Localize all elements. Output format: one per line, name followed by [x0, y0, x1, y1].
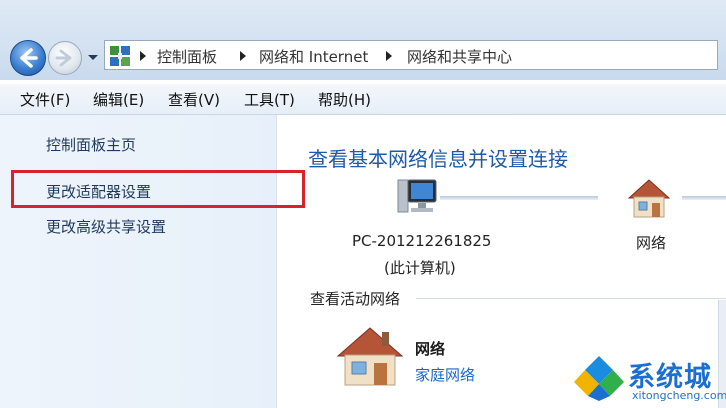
active-networks-heading: 查看活动网络 [310, 290, 401, 308]
back-icon [20, 48, 38, 68]
menu-tools[interactable]: 工具(T) [244, 89, 295, 110]
active-network-name: 网络 [415, 340, 446, 358]
forward-icon [55, 49, 72, 67]
breadcrumb-item[interactable]: 网络和共享中心 [407, 46, 512, 67]
back-button[interactable] [10, 40, 46, 76]
chevron-right-icon[interactable] [239, 51, 247, 61]
menu-view[interactable]: 查看(V) [168, 89, 220, 110]
forward-button[interactable] [48, 41, 82, 75]
home-network-icon[interactable] [626, 178, 672, 220]
chevron-down-icon[interactable] [87, 54, 99, 62]
computer-name: PC-201212261825 [352, 232, 492, 250]
menu-help[interactable]: 帮助(H) [318, 89, 371, 110]
left-navigation-pane [0, 115, 277, 408]
link-change-advanced-sharing[interactable]: 更改高级共享设置 [46, 216, 166, 237]
control-panel-icon [110, 46, 130, 66]
section-divider [416, 298, 726, 299]
menu-file[interactable]: 文件(F) [20, 89, 70, 110]
address-bar[interactable]: 控制面板 网络和 Internet 网络和共享中心 [104, 40, 718, 70]
connection-line [682, 196, 726, 200]
connection-line [478, 196, 598, 200]
page-title: 查看基本网络信息并设置连接 [308, 147, 568, 171]
chevron-right-icon[interactable] [385, 51, 393, 61]
address-toolbar: 控制面板 网络和 Internet 网络和共享中心 [0, 0, 726, 80]
active-network-type-link[interactable]: 家庭网络 [415, 364, 475, 385]
highlight-box [11, 170, 305, 208]
breadcrumb-item[interactable]: 控制面板 [157, 46, 217, 67]
link-control-panel-home[interactable]: 控制面板主页 [46, 134, 136, 155]
network-label: 网络 [636, 234, 667, 252]
home-network-icon [336, 327, 404, 386]
watermark-logo-icon [574, 356, 624, 401]
chevron-right-icon[interactable] [139, 51, 147, 61]
computer-icon[interactable] [396, 178, 440, 218]
connection-line [440, 196, 480, 200]
menu-bar: 文件(F) 编辑(E) 查看(V) 工具(T) 帮助(H) [0, 84, 726, 115]
computer-label: (此计算机) [384, 259, 456, 277]
breadcrumb-item[interactable]: 网络和 Internet [259, 46, 368, 67]
menu-edit[interactable]: 编辑(E) [93, 89, 144, 110]
watermark-url: xitongcheng.com [632, 389, 726, 402]
